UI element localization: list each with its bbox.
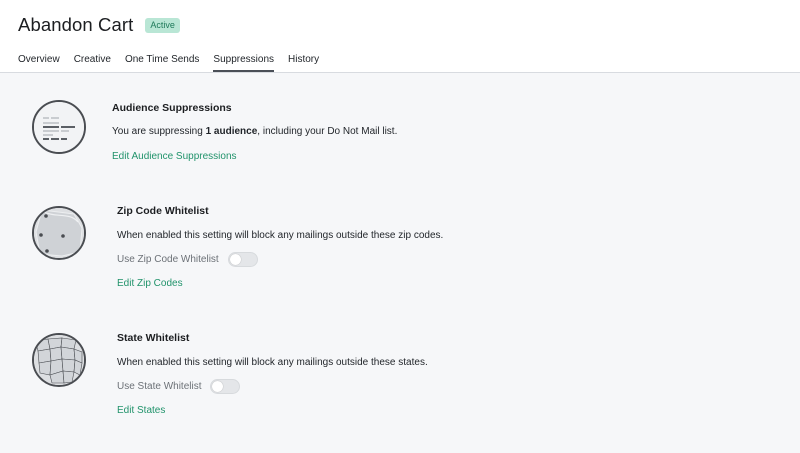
tab-one-time-sends[interactable]: One Time Sends [125,54,199,72]
tab-overview[interactable]: Overview [18,54,60,72]
audience-text-before: You are suppressing [112,126,206,137]
status-badge: Active [145,18,180,33]
zip-map-icon [32,206,86,260]
audience-text-after: , including your Do Not Mail list. [257,126,398,137]
zip-section-title: Zip Code Whitelist [117,205,209,217]
audience-summary-text: You are suppressing 1 audience, includin… [112,126,397,137]
page-title: Abandon Cart [18,14,134,35]
toggle-knob [229,254,241,265]
state-description: When enabled this setting will block any… [117,357,428,368]
zip-toggle-label: Use Zip Code Whitelist [117,254,219,265]
page-header: Abandon Cart Active Overview Creative On… [0,0,800,72]
state-section-title: State Whitelist [117,332,190,344]
audience-count: 1 audience [205,126,258,137]
tab-creative[interactable]: Creative [74,54,111,72]
state-toggle-row: Use State Whitelist [117,379,241,394]
audience-section-title: Audience Suppressions [112,102,232,114]
zip-whitelist-toggle[interactable] [227,252,258,267]
tab-bar: Overview Creative One Time Sends Suppres… [18,54,333,72]
tab-history[interactable]: History [288,54,319,72]
audience-suppressions-section: Audience Suppressions You are suppressin… [0,73,800,183]
audience-list-icon [32,100,86,154]
edit-states-link[interactable]: Edit States [117,405,165,416]
edit-audience-suppressions-link[interactable]: Edit Audience Suppressions [112,151,237,162]
state-whitelist-toggle[interactable] [210,379,241,394]
toggle-knob [212,381,224,392]
state-map-icon [32,333,86,387]
zip-toggle-row: Use Zip Code Whitelist [117,252,258,267]
state-whitelist-section: State Whitelist When enabled this settin… [0,311,800,453]
tab-suppressions[interactable]: Suppressions [213,54,275,72]
suppressions-content: Audience Suppressions You are suppressin… [0,73,800,453]
title-row: Abandon Cart Active [18,14,180,36]
zip-description: When enabled this setting will block any… [117,230,444,241]
zip-whitelist-section: Zip Code Whitelist When enabled this set… [0,183,800,311]
edit-zip-codes-link[interactable]: Edit Zip Codes [117,278,183,289]
state-toggle-label: Use State Whitelist [117,381,202,392]
